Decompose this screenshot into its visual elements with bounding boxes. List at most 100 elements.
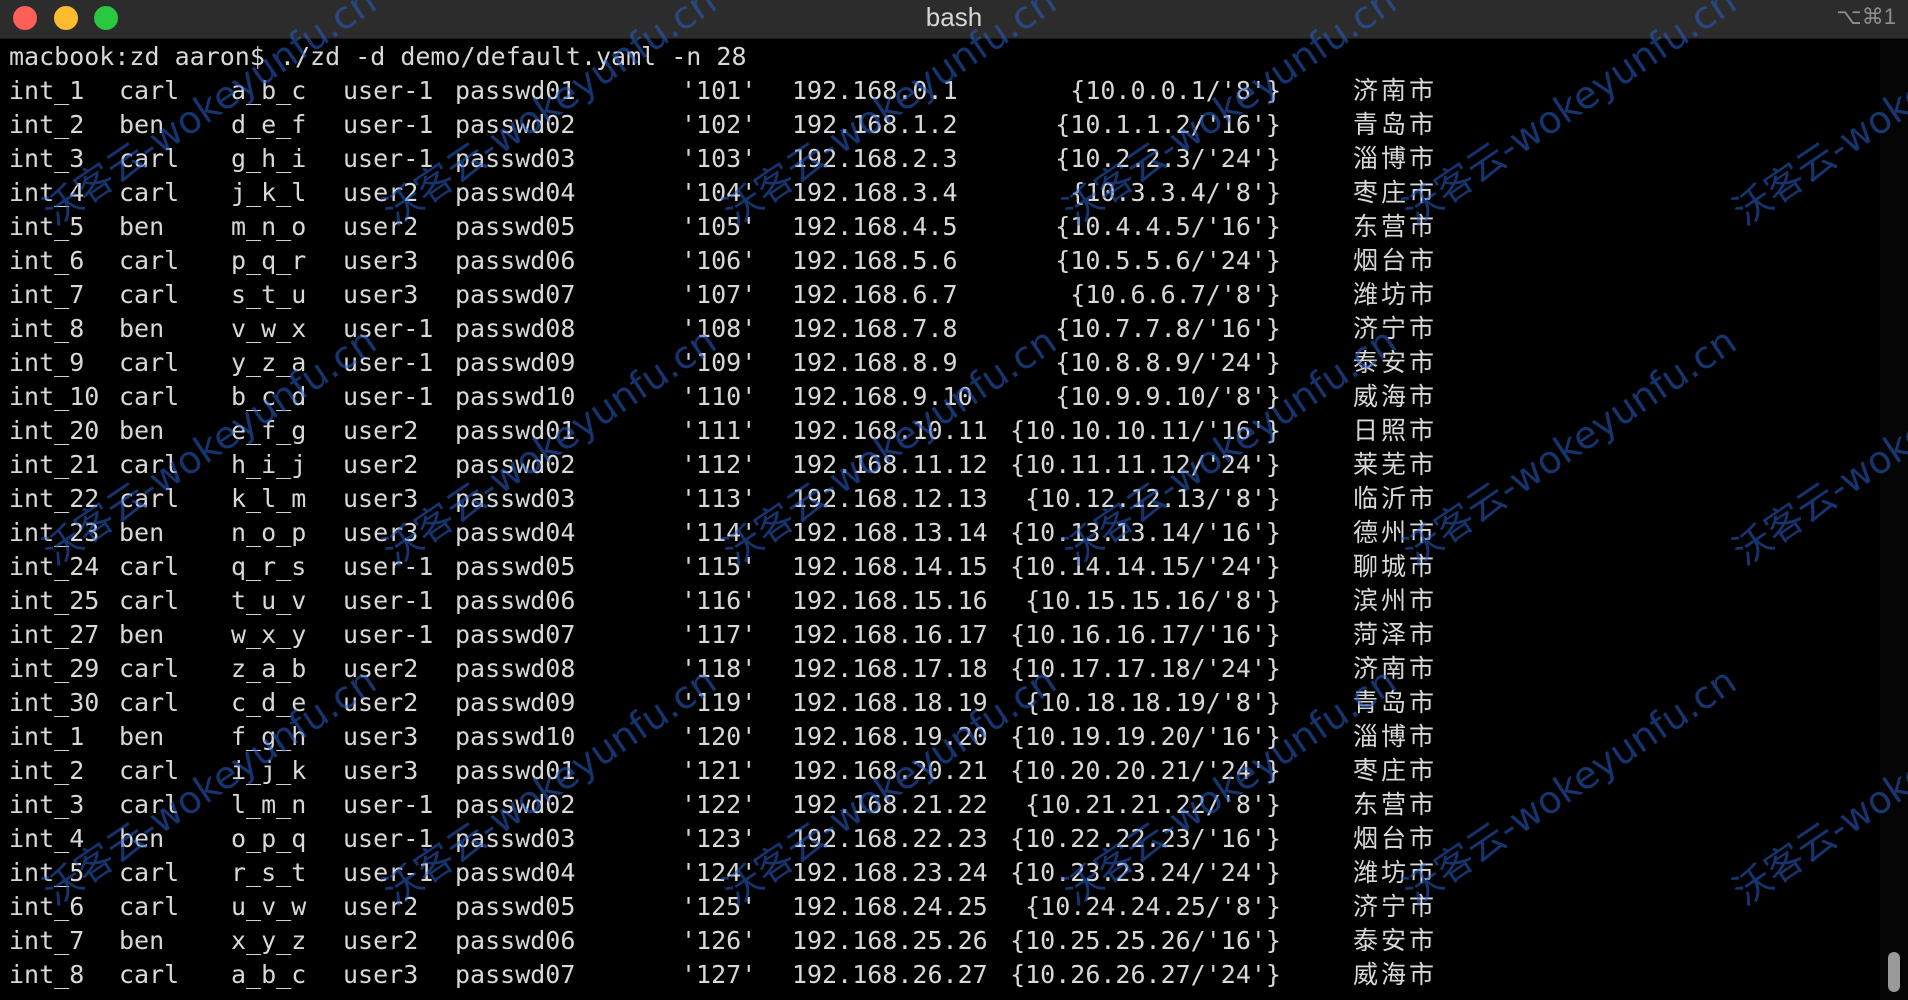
user-cell: carl (119, 892, 180, 921)
password-cell: passwd09 (455, 348, 576, 377)
id-cell: int_23 (9, 518, 100, 547)
vertical-scrollbar[interactable] (1880, 40, 1908, 1000)
subnet-cell: {10.17.17.18/'24'} (1010, 654, 1281, 683)
user-cell: ben (119, 416, 165, 445)
scrollbar-thumb[interactable] (1888, 952, 1900, 992)
output-row: int_9 carl y_z_a user-1 passwd09 '109' 192.168… (9, 346, 1869, 380)
number-cell: '116' (681, 586, 757, 615)
output-row: int_22 carl k_l_m user3 passwd03 '113' 192.168… (9, 482, 1869, 516)
account-cell: user2 (343, 178, 419, 207)
ip-cell: 192.168.25.26 (792, 926, 988, 955)
city-cell: 东营市 (1353, 790, 1438, 819)
city-cell: 菏泽市 (1353, 620, 1438, 649)
password-cell: passwd07 (455, 280, 576, 309)
id-cell: int_6 (9, 246, 85, 275)
ip-cell: 192.168.15.16 (792, 586, 988, 615)
output-row: int_3 carl g_h_i user-1 passwd03 '103' 192.168… (9, 142, 1869, 176)
subnet-cell: {10.14.14.15/'24'} (1010, 552, 1281, 581)
number-cell: '106' (681, 246, 757, 275)
code-cell: f_g_h (231, 722, 307, 751)
subnet-cell: {10.2.2.3/'24'} (1055, 144, 1281, 173)
ip-cell: 192.168.11.12 (792, 450, 988, 479)
output-row: int_2 ben d_e_f user-1 passwd02 '102' 192.168.… (9, 108, 1869, 142)
ip-cell: 192.168.21.22 (792, 790, 988, 819)
subnet-cell: {10.24.24.25/'8'} (1025, 892, 1281, 921)
city-cell: 临沂市 (1353, 484, 1438, 513)
output-row: int_27 ben w_x_y user-1 passwd07 '117' 192.168… (9, 618, 1869, 652)
id-cell: int_2 (9, 110, 85, 139)
number-cell: '114' (681, 518, 757, 547)
code-cell: k_l_m (231, 484, 307, 513)
account-cell: user-1 (343, 348, 434, 377)
code-cell: a_b_c (231, 76, 307, 105)
subnet-cell: {10.22.22.23/'16'} (1010, 824, 1281, 853)
city-cell: 烟台市 (1353, 824, 1438, 853)
city-cell: 济宁市 (1353, 892, 1438, 921)
output-row: int_25 carl t_u_v user-1 passwd06 '116' 192.16… (9, 584, 1869, 618)
number-cell: '124' (681, 858, 757, 887)
output-row: int_23 ben n_o_p user3 passwd04 '114' 192.168.… (9, 516, 1869, 550)
number-cell: '127' (681, 960, 757, 989)
id-cell: int_5 (9, 858, 85, 887)
subnet-cell: {10.16.16.17/'16'} (1010, 620, 1281, 649)
city-cell: 青岛市 (1353, 110, 1438, 139)
window-title: bash (925, 2, 983, 32)
account-cell: user2 (343, 450, 419, 479)
account-cell: user3 (343, 280, 419, 309)
code-cell: e_f_g (231, 416, 307, 445)
password-cell: passwd02 (455, 790, 576, 819)
ip-cell: 192.168.10.11 (792, 416, 988, 445)
city-cell: 潍坊市 (1353, 858, 1438, 887)
ip-cell: 192.168.9.10 (792, 382, 973, 411)
output-row: int_5 carl r_s_t user-1 passwd04 '124' 192.168… (9, 856, 1869, 890)
output-row: int_6 carl p_q_r user3 passwd06 '106' 192.168.… (9, 244, 1869, 278)
ip-cell: 192.168.5.6 (792, 246, 958, 275)
city-cell: 东营市 (1353, 212, 1438, 241)
output-row: int_29 carl z_a_b user2 passwd08 '118' 192.168… (9, 652, 1869, 686)
account-cell: user-1 (343, 858, 434, 887)
password-cell: passwd02 (455, 450, 576, 479)
user-cell: carl (119, 858, 180, 887)
city-cell: 淄博市 (1353, 144, 1438, 173)
subnet-cell: {10.26.26.27/'24'} (1010, 960, 1281, 989)
account-cell: user-1 (343, 552, 434, 581)
ip-cell: 192.168.17.18 (792, 654, 988, 683)
id-cell: int_4 (9, 178, 85, 207)
number-cell: '107' (681, 280, 757, 309)
id-cell: int_25 (9, 586, 100, 615)
title-bar[interactable]: bash ⌥⌘1 (0, 0, 1908, 39)
id-cell: int_3 (9, 790, 85, 819)
number-cell: '112' (681, 450, 757, 479)
password-cell: passwd08 (455, 314, 576, 343)
code-cell: l_m_n (231, 790, 307, 819)
city-cell: 威海市 (1353, 382, 1438, 411)
password-cell: passwd07 (455, 960, 576, 989)
subnet-cell: {10.10.10.11/'16'} (1010, 416, 1281, 445)
password-cell: passwd09 (455, 688, 576, 717)
id-cell: int_7 (9, 280, 85, 309)
subnet-cell: {10.11.11.12/'24'} (1010, 450, 1281, 479)
id-cell: int_1 (9, 76, 85, 105)
subnet-cell: {10.21.21.22/'8'} (1025, 790, 1281, 819)
city-cell: 烟台市 (1353, 246, 1438, 275)
account-cell: user-1 (343, 314, 434, 343)
number-cell: '101' (681, 76, 757, 105)
city-cell: 青岛市 (1353, 688, 1438, 717)
number-cell: '122' (681, 790, 757, 819)
city-cell: 济南市 (1353, 654, 1438, 683)
code-cell: z_a_b (231, 654, 307, 683)
user-cell: ben (119, 722, 165, 751)
ip-cell: 192.168.19.20 (792, 722, 988, 751)
ip-cell: 192.168.7.8 (792, 314, 958, 343)
city-cell: 德州市 (1353, 518, 1438, 547)
subnet-cell: {10.20.20.21/'24'} (1010, 756, 1281, 785)
subnet-cell: {10.19.19.20/'16'} (1010, 722, 1281, 751)
password-cell: passwd08 (455, 654, 576, 683)
id-cell: int_24 (9, 552, 100, 581)
terminal-output[interactable]: macbook:zd aaron$ ./zd -d demo/default.y… (0, 40, 1880, 1000)
user-cell: carl (119, 450, 180, 479)
password-cell: passwd05 (455, 552, 576, 581)
city-cell: 莱芜市 (1353, 450, 1438, 479)
account-cell: user-1 (343, 144, 434, 173)
id-cell: int_4 (9, 824, 85, 853)
